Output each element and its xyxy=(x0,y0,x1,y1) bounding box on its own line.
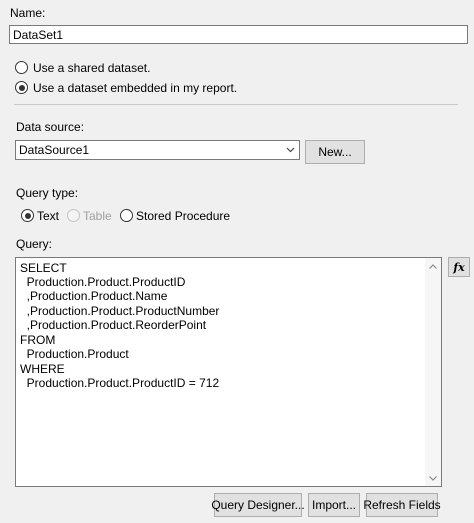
query-line: ,Production.Product.ReorderPoint xyxy=(20,318,207,332)
name-field[interactable]: DataSet1 xyxy=(9,25,468,44)
query-type-stored-procedure-label[interactable]: Stored Procedure xyxy=(136,209,230,223)
fx-icon: fx xyxy=(453,260,465,274)
data-source-label: Data source: xyxy=(16,120,85,134)
chevron-down-icon xyxy=(286,147,295,153)
embedded-dataset-radio[interactable] xyxy=(15,81,28,94)
query-line: Production.Product xyxy=(20,347,129,361)
name-value: DataSet1 xyxy=(13,27,64,42)
query-type-table-label: Table xyxy=(83,209,112,223)
shared-dataset-label[interactable]: Use a shared dataset. xyxy=(33,61,150,75)
new-data-source-button[interactable]: New... xyxy=(305,140,365,164)
expression-fx-button[interactable]: fx xyxy=(448,257,470,277)
data-source-value: DataSource1 xyxy=(19,143,90,157)
query-type-table-radio xyxy=(67,209,80,222)
query-type-text-radio[interactable] xyxy=(21,209,34,222)
query-line: Production.Product.ProductID = 712 xyxy=(20,376,220,390)
query-line: ,Production.Product.ProductNumber xyxy=(20,304,220,318)
query-type-label: Query type: xyxy=(16,186,79,200)
query-line: Production.Product.ProductID xyxy=(20,275,186,289)
data-source-dropdown[interactable]: DataSource1 xyxy=(15,140,300,160)
query-textarea[interactable]: SELECT Production.Product.ProductID ,Pro… xyxy=(15,257,442,487)
shared-dataset-radio[interactable] xyxy=(15,61,28,74)
scroll-down-icon[interactable] xyxy=(425,470,441,486)
query-type-text-label[interactable]: Text xyxy=(37,209,59,223)
query-line: WHERE xyxy=(20,362,65,376)
query-line: SELECT xyxy=(20,261,67,275)
separator xyxy=(14,104,458,105)
query-designer-button[interactable]: Query Designer... xyxy=(211,493,305,517)
import-button[interactable]: Import... xyxy=(308,493,360,517)
scroll-up-icon[interactable] xyxy=(425,258,441,274)
query-type-stored-procedure-radio[interactable] xyxy=(120,209,133,222)
query-label: Query: xyxy=(16,237,53,251)
embedded-dataset-label[interactable]: Use a dataset embedded in my report. xyxy=(33,81,237,95)
query-scrollbar[interactable] xyxy=(425,258,441,486)
query-line: FROM xyxy=(20,333,56,347)
refresh-fields-button[interactable]: Refresh Fields xyxy=(363,493,441,517)
name-label: Name: xyxy=(10,6,46,20)
query-line: ,Production.Product.Name xyxy=(20,289,168,303)
